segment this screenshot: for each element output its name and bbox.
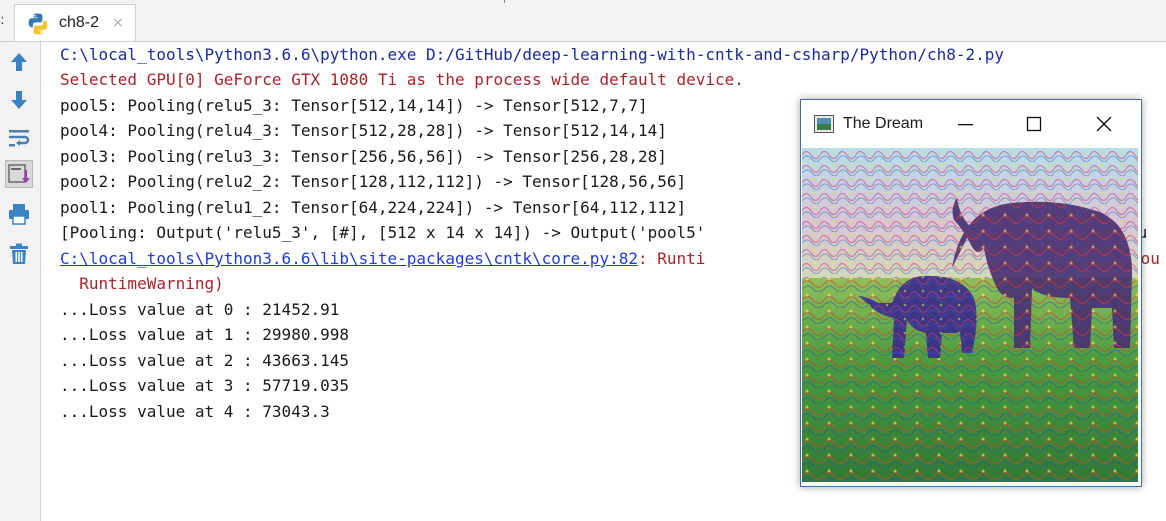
close-icon[interactable]	[1081, 110, 1127, 138]
console-line-runtime-warning: RuntimeWarning)	[60, 274, 224, 293]
console-line-pool2: pool2: Pooling(relu2_2: Tensor[128,112,1…	[60, 172, 687, 191]
console-line-loss-2: ...Loss value at 2 : 43663.145	[60, 351, 349, 370]
console-line-warning: C:\local_tools\Python3.6.6\lib\site-pack…	[60, 249, 705, 269]
dream-window-title: The Dream	[843, 115, 924, 132]
down-arrow-icon[interactable]	[5, 86, 33, 114]
tab-bar-edge-marker: :	[0, 12, 5, 28]
console-line-pool1: pool1: Pooling(relu1_2: Tensor[64,224,22…	[60, 198, 687, 217]
trash-icon[interactable]	[5, 240, 33, 268]
minimize-icon[interactable]	[942, 110, 988, 138]
up-arrow-icon[interactable]	[5, 48, 33, 76]
console-line-pool3: pool3: Pooling(relu3_3: Tensor[256,56,56…	[60, 147, 667, 166]
dream-window[interactable]: The Dream	[800, 99, 1142, 487]
dream-image	[802, 148, 1138, 482]
editor-tab-bar: : ch8-2 ×	[0, 0, 1166, 42]
console-line-pool5: pool5: Pooling(relu5_3: Tensor[512,14,14…	[60, 96, 648, 115]
console-line-loss-1: ...Loss value at 1 : 29980.998	[60, 325, 349, 344]
scroll-to-end-icon[interactable]	[5, 160, 33, 188]
tab-title: ch8-2	[59, 14, 100, 31]
warning-text: : Runti	[637, 249, 706, 268]
console-line-loss-3: ...Loss value at 3 : 57719.035	[60, 376, 349, 395]
tab-close-icon[interactable]: ×	[112, 15, 124, 31]
console-line-pooling-output: [Pooling: Output('relu5_3', [#], [512 x …	[60, 223, 706, 242]
console-line-loss-0: ...Loss value at 0 : 21452.91	[60, 300, 340, 319]
soft-wrap-icon[interactable]	[5, 124, 33, 152]
maximize-icon[interactable]	[1011, 110, 1057, 138]
console-line-loss-4: ...Loss value at 4 : 73043.3	[60, 402, 330, 421]
dream-window-titlebar[interactable]: The Dream	[801, 100, 1141, 148]
python-icon	[26, 12, 50, 36]
console-line-gpu: Selected GPU[0] GeForce GTX 1080 Ti as t…	[60, 70, 744, 89]
console-line-command: C:\local_tools\Python3.6.6\python.exe D:…	[60, 45, 1005, 64]
window-app-icon	[814, 115, 834, 133]
core-py-link[interactable]: C:\local_tools\Python3.6.6\lib\site-pack…	[60, 249, 638, 268]
divider-tick	[504, 0, 505, 3]
print-icon[interactable]	[5, 200, 33, 228]
console-line-pool4: pool4: Pooling(relu4_3: Tensor[512,28,28…	[60, 121, 667, 140]
tab-ch8-2[interactable]: ch8-2 ×	[14, 4, 136, 41]
run-toolbar	[0, 42, 41, 521]
